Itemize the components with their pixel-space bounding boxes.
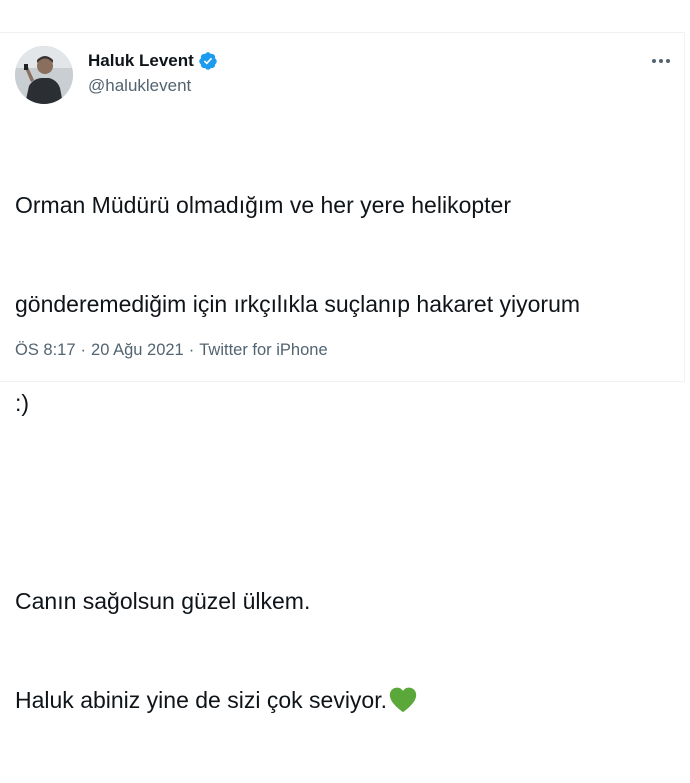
profile-photo-icon (15, 46, 73, 104)
author-display-name[interactable]: Haluk Levent (88, 51, 194, 71)
verified-badge-icon (199, 52, 217, 70)
green-heart-icon (389, 687, 417, 713)
avatar[interactable] (15, 46, 73, 104)
tweet-text-line (15, 486, 675, 519)
meta-separator: · (80, 341, 87, 359)
tweet-text-last-line: Haluk abiniz yine de sizi çok seviyor. (15, 684, 675, 717)
tweet-text: Orman Müdürü olmadığım ve her yere helik… (15, 123, 675, 783)
tweet-source-link[interactable]: Twitter for iPhone (199, 341, 327, 360)
author-handle[interactable]: @haluklevent (88, 76, 191, 96)
meta-separator: · (188, 341, 195, 359)
tweet-meta: ÖS 8:17 · 20 Ağu 2021 · Twitter for iPho… (15, 341, 328, 360)
tweet-text-line: Orman Müdürü olmadığım ve her yere helik… (15, 192, 511, 218)
tweet-card: Haluk Levent @haluklevent Orman Müdürü o… (0, 32, 685, 713)
tweet-text-line: Canın sağolsun güzel ülkem. (15, 588, 311, 614)
more-options-icon (652, 59, 670, 63)
tweet-text-line: gönderemediğim için ırkçılıkla suçlanıp … (15, 291, 581, 317)
tweet-text-line: Haluk abiniz yine de sizi çok seviyor. (15, 687, 387, 713)
tweet-text-line: :) (15, 390, 30, 416)
more-options-button[interactable] (648, 51, 674, 71)
tweet-date[interactable]: 20 Ağu 2021 (91, 341, 184, 360)
tweet-time[interactable]: ÖS 8:17 (15, 341, 76, 360)
author-name[interactable]: Haluk Levent (88, 51, 218, 71)
